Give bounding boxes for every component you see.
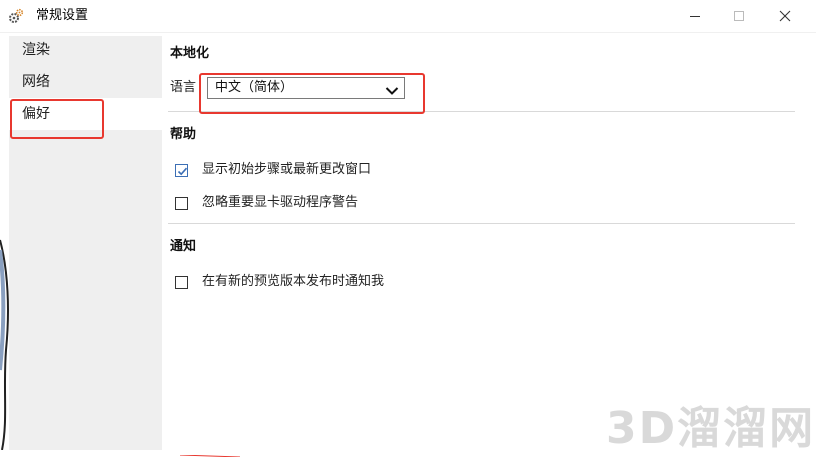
- checkbox-unchecked[interactable]: [175, 196, 188, 210]
- watermark-logo: 3D溜溜网: [606, 403, 816, 454]
- checkbox-label: 在有新的预览版本发布时通知我: [202, 274, 385, 289]
- language-selected-value: 中文（简体）: [215, 80, 294, 95]
- checkbox-checked[interactable]: [175, 163, 188, 177]
- background-stroke: [180, 455, 240, 457]
- title-bar: 常规设置: [0, 0, 816, 33]
- section-divider: [168, 111, 795, 112]
- minimize-button[interactable]: [672, 0, 718, 32]
- settings-window: 常规设置 渲染 网络 偏好 本地化 语言 中文（简体） 帮助 显示初始步骤或最新…: [0, 0, 816, 462]
- maximize-icon: [733, 10, 745, 22]
- sidebar-item-render[interactable]: 渲染: [9, 34, 162, 66]
- checkbox-unchecked[interactable]: [175, 275, 188, 289]
- sidebar-item-network[interactable]: 网络: [9, 66, 162, 98]
- option-show-startup-window[interactable]: 显示初始步骤或最新更改窗口: [175, 161, 371, 179]
- minimize-icon: [689, 11, 701, 22]
- section-title-help: 帮助: [170, 127, 197, 142]
- right-edge: [806, 36, 816, 450]
- maximize-button[interactable]: [716, 0, 762, 32]
- option-notify-preview[interactable]: 在有新的预览版本发布时通知我: [175, 273, 384, 291]
- preferences-panel: 本地化 语言 中文（简体） 帮助 显示初始步骤或最新更改窗口 忽略重要显卡驱动程…: [162, 36, 806, 450]
- gear-icon: [8, 8, 24, 24]
- checkbox-label: 显示初始步骤或最新更改窗口: [202, 162, 372, 177]
- section-title-localization: 本地化: [170, 46, 210, 61]
- chevron-down-icon: [385, 82, 399, 95]
- language-label: 语言: [170, 80, 197, 95]
- section-divider: [168, 223, 795, 224]
- window-title: 常规设置: [36, 8, 89, 23]
- close-icon: [779, 10, 791, 22]
- sidebar-item-preferences[interactable]: 偏好: [9, 98, 162, 130]
- option-ignore-driver-warning[interactable]: 忽略重要显卡驱动程序警告: [175, 194, 358, 212]
- close-button[interactable]: [762, 0, 808, 32]
- settings-sidebar: 渲染 网络 偏好: [9, 36, 162, 450]
- checkbox-label: 忽略重要显卡驱动程序警告: [202, 195, 359, 210]
- section-title-notify: 通知: [170, 239, 197, 254]
- language-dropdown[interactable]: 中文（简体）: [207, 77, 405, 99]
- checkmark-icon: [177, 167, 188, 175]
